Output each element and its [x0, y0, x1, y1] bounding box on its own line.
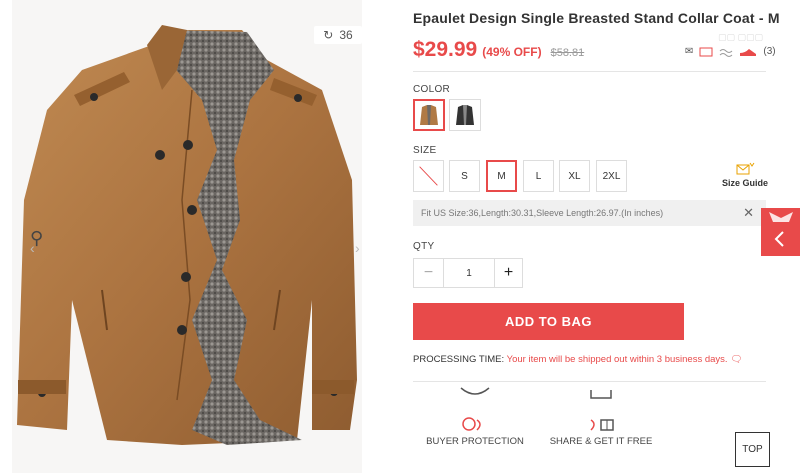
- original-price: $58.81: [550, 47, 585, 59]
- size-option-m[interactable]: M: [486, 160, 517, 192]
- buyer-protection-feature: BUYER PROTECTION: [425, 384, 525, 447]
- image-counter: ↻ 36: [314, 26, 362, 44]
- share-row: ✉ (3): [685, 46, 776, 57]
- add-to-bag-button[interactable]: ADD TO BAG: [413, 303, 684, 340]
- divider: [413, 71, 766, 72]
- prev-image-arrow[interactable]: ‹: [30, 240, 35, 256]
- size-guide-link[interactable]: Size Guide: [720, 162, 770, 188]
- faint-text: ▢▢ ▢▢▢: [718, 32, 764, 42]
- coat-thumbnail: [456, 105, 474, 125]
- close-icon[interactable]: ✕: [743, 205, 754, 221]
- color-label: COLOR: [413, 84, 451, 95]
- discount-badge: (49% OFF): [482, 45, 542, 59]
- fit-info-bar: Fit US Size:36,Length:30.31,Sleeve Lengt…: [413, 200, 766, 226]
- gift-icon: [769, 212, 793, 247]
- share-count: (3): [763, 46, 776, 57]
- size-option-xl[interactable]: XL: [559, 160, 590, 192]
- size-option-s[interactable]: S: [449, 160, 480, 192]
- processing-message: Your item will be shipped out within 3 b…: [506, 354, 728, 365]
- qty-label: QTY: [413, 241, 435, 252]
- shield-icon: [460, 387, 490, 431]
- quantity-stepper: − 1 +: [413, 258, 523, 288]
- envelope-icon[interactable]: ✉: [685, 46, 693, 57]
- product-image[interactable]: ↻ 36 ⚲ ‹ ›: [12, 0, 362, 473]
- qty-plus-button[interactable]: +: [494, 259, 522, 287]
- divider: [413, 381, 766, 382]
- gift-side-tab[interactable]: [761, 208, 800, 256]
- qty-input[interactable]: 1: [444, 259, 494, 287]
- size-option-l[interactable]: L: [523, 160, 554, 192]
- fit-info-text: Fit US Size:36,Length:30.31,Sleeve Lengt…: [421, 208, 664, 218]
- price-row: $29.99 (49% OFF) $58.81: [413, 38, 584, 62]
- processing-time: PROCESSING TIME: Your item will be shipp…: [413, 354, 742, 365]
- strikethrough-icon: [419, 166, 438, 186]
- qty-minus-button[interactable]: −: [414, 259, 444, 287]
- size-option-2xl[interactable]: 2XL: [596, 160, 627, 192]
- coat-thumbnail: [420, 105, 438, 125]
- current-price: $29.99: [413, 38, 478, 61]
- size-guide-label: Size Guide: [721, 178, 768, 188]
- shoe-icon[interactable]: [739, 47, 757, 57]
- coat-photo: [17, 25, 357, 445]
- color-swatch-black[interactable]: [449, 99, 481, 131]
- back-to-top-button[interactable]: TOP: [735, 432, 770, 467]
- bookmark-icon[interactable]: [699, 47, 713, 57]
- size-option-unavailable: [413, 160, 444, 192]
- size-guide-icon: [736, 162, 755, 175]
- gift-icon: [590, 390, 614, 431]
- rotate-icon: ↻: [323, 28, 334, 42]
- color-swatch-brown[interactable]: [413, 99, 445, 131]
- share-feature[interactable]: SHARE & GET IT FREE: [548, 384, 654, 447]
- chat-icon[interactable]: 🗨: [730, 354, 742, 365]
- wave-icon[interactable]: [719, 47, 733, 57]
- processing-label: PROCESSING TIME:: [413, 354, 505, 365]
- size-label: SIZE: [413, 145, 437, 156]
- share-label: SHARE & GET IT FREE: [549, 436, 653, 447]
- product-title: Epaulet Design Single Breasted Stand Col…: [413, 10, 780, 26]
- next-image-arrow[interactable]: ›: [355, 240, 360, 256]
- buyer-protection-label: BUYER PROTECTION: [426, 436, 524, 447]
